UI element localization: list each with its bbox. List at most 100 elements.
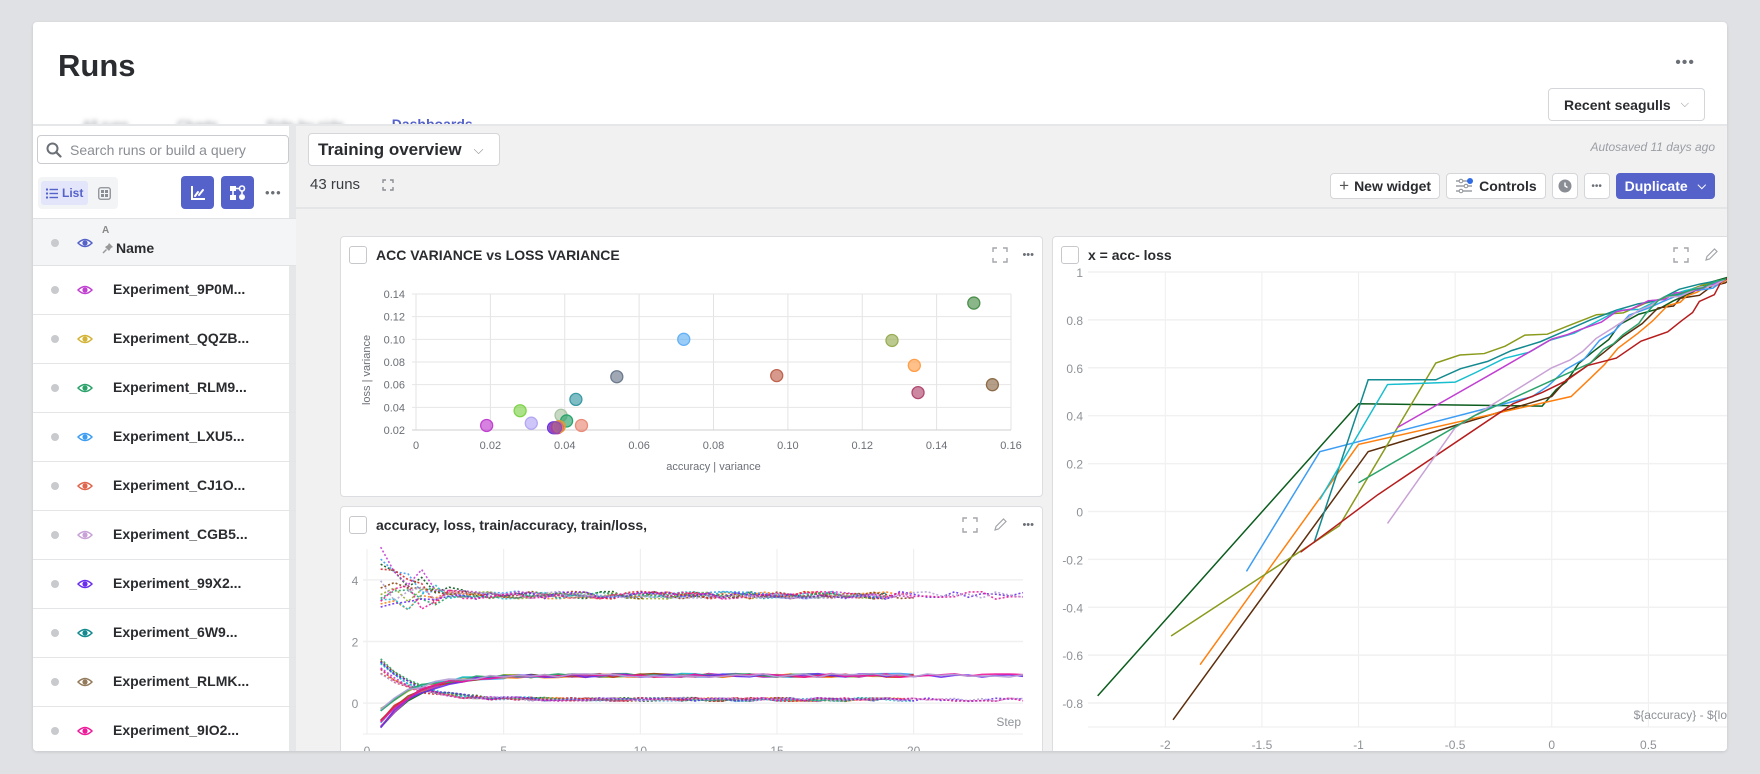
sliders-icon: [1456, 178, 1474, 194]
run-select-dot[interactable]: [51, 384, 59, 392]
run-select-dot[interactable]: [51, 531, 59, 539]
more-horizontal-icon: •••: [1591, 180, 1602, 192]
fullscreen-icon[interactable]: [992, 247, 1009, 263]
eye-icon[interactable]: [77, 625, 93, 641]
scatter-point[interactable]: [907, 358, 921, 373]
run-row[interactable]: Experiment_9P0M...: [33, 266, 296, 315]
edit-icon[interactable]: [1703, 247, 1719, 263]
more-horizontal-icon[interactable]: •••: [1022, 249, 1034, 261]
more-horizontal-icon[interactable]: •••: [1022, 519, 1034, 531]
run-row[interactable]: Experiment_LXU5...: [33, 413, 296, 462]
search-field[interactable]: [37, 135, 289, 164]
scatter-point[interactable]: [911, 385, 925, 400]
sort-indicator[interactable]: A: [102, 225, 109, 236]
sidebar-more-icon[interactable]: •••: [265, 185, 282, 200]
acc-loss-chart: -2 -1.5 -1 -0.5 0 0.5 1 -0.8 -0.6 -0.4 -0.2 0 0.2 0.4…: [1062, 266, 1727, 751]
series-line[interactable]: [379, 546, 914, 600]
panel-checkbox[interactable]: [349, 516, 367, 534]
run-select-dot[interactable]: [51, 335, 59, 343]
y-tick-label: 4: [352, 574, 359, 588]
run-row[interactable]: Experiment_CGB5...: [33, 511, 296, 560]
expand-icon[interactable]: [382, 178, 394, 196]
scatter-point[interactable]: [885, 333, 899, 348]
run-row[interactable]: Experiment_RLMK...: [33, 658, 296, 707]
scatter-point[interactable]: [677, 332, 691, 346]
fullscreen-icon[interactable]: [962, 517, 979, 533]
controls-button[interactable]: Controls: [1446, 173, 1546, 199]
run-select-dot[interactable]: [51, 580, 59, 588]
scatter-point[interactable]: [610, 370, 624, 384]
series-line[interactable]: [1170, 278, 1726, 637]
run-row[interactable]: Experiment_RLM9...: [33, 364, 296, 413]
run-select-dot[interactable]: [51, 629, 59, 637]
name-column-header[interactable]: Name: [102, 240, 154, 256]
dashboard-select[interactable]: Training overview ⌵: [308, 133, 500, 166]
eye-icon[interactable]: [77, 674, 93, 690]
eye-icon[interactable]: [77, 235, 93, 251]
eye-icon[interactable]: [77, 429, 93, 445]
charts-mode-button[interactable]: [181, 176, 214, 209]
search-input[interactable]: [70, 141, 270, 158]
run-row[interactable]: Experiment_QQZB...: [33, 315, 296, 364]
scatter-point[interactable]: [967, 296, 981, 310]
duplicate-label: Duplicate: [1624, 178, 1688, 194]
workflow-button[interactable]: [221, 176, 254, 209]
scatter-point[interactable]: [480, 418, 494, 433]
edit-icon[interactable]: [992, 517, 1008, 533]
eye-icon[interactable]: [77, 527, 93, 543]
scatter-point[interactable]: [985, 378, 1000, 392]
run-row[interactable]: Experiment_99X2...: [33, 560, 296, 609]
saved-view-select[interactable]: Recent seagulls ⌵: [1548, 88, 1705, 121]
run-select-dot[interactable]: [51, 678, 59, 686]
eye-icon[interactable]: [77, 380, 93, 396]
series-line[interactable]: [1319, 278, 1726, 500]
scatter-point[interactable]: [770, 368, 784, 383]
y-tick-label: -0.6: [1062, 649, 1083, 663]
table-view-button[interactable]: [94, 183, 114, 203]
runs-table-header: A Name: [33, 218, 296, 266]
run-count: 43 runs: [310, 176, 361, 193]
eye-icon[interactable]: [77, 282, 93, 298]
scatter-point[interactable]: [513, 404, 527, 418]
series-line[interactable]: [1358, 278, 1726, 484]
run-row[interactable]: Experiment_6W9...: [33, 609, 296, 658]
series-line[interactable]: [1097, 276, 1727, 697]
fullscreen-icon[interactable]: [1673, 247, 1690, 263]
duplicate-button[interactable]: Duplicate ⌵: [1615, 173, 1715, 199]
run-select-dot[interactable]: [51, 482, 59, 490]
chevron-down-icon: ⌵: [473, 141, 484, 157]
scatter-point[interactable]: [548, 421, 563, 435]
new-widget-button[interactable]: + New widget: [1330, 173, 1441, 199]
scatter-point[interactable]: [524, 416, 538, 430]
series-line[interactable]: [380, 672, 1024, 711]
run-select-dot[interactable]: [51, 727, 59, 735]
scatter-point[interactable]: [574, 418, 589, 433]
y-tick-label: 0.10: [384, 334, 405, 346]
run-select-dot[interactable]: [51, 433, 59, 441]
eye-icon[interactable]: [77, 331, 93, 347]
series-line[interactable]: [1386, 278, 1727, 524]
pin-icon: [102, 243, 113, 254]
run-row[interactable]: Experiment_9IO2...: [33, 707, 296, 751]
run-select-dot[interactable]: [51, 286, 59, 294]
y-tick-label: 0.08: [384, 357, 405, 369]
eye-icon[interactable]: [77, 723, 93, 739]
select-all-dot[interactable]: [51, 239, 59, 247]
eye-icon[interactable]: [77, 478, 93, 494]
eye-icon[interactable]: [77, 576, 93, 592]
series-line[interactable]: [1300, 274, 1727, 553]
more-actions-button[interactable]: •••: [1583, 173, 1610, 199]
panel-checkbox[interactable]: [1061, 246, 1079, 264]
list-view-button[interactable]: List: [41, 181, 89, 205]
series-line[interactable]: [1313, 278, 1726, 543]
panel-checkbox[interactable]: [349, 246, 367, 264]
scatter-point[interactable]: [569, 392, 583, 407]
panel-actions: •••: [1673, 247, 1727, 263]
x-tick-label: 20: [907, 744, 921, 751]
history-button[interactable]: [1551, 173, 1578, 199]
more-horizontal-icon[interactable]: •••: [1675, 54, 1695, 72]
table-icon: [97, 186, 111, 200]
y-tick-label: 0.12: [384, 312, 405, 324]
run-row[interactable]: Experiment_CJ1O...: [33, 462, 296, 511]
series-line[interactable]: [1172, 277, 1727, 721]
